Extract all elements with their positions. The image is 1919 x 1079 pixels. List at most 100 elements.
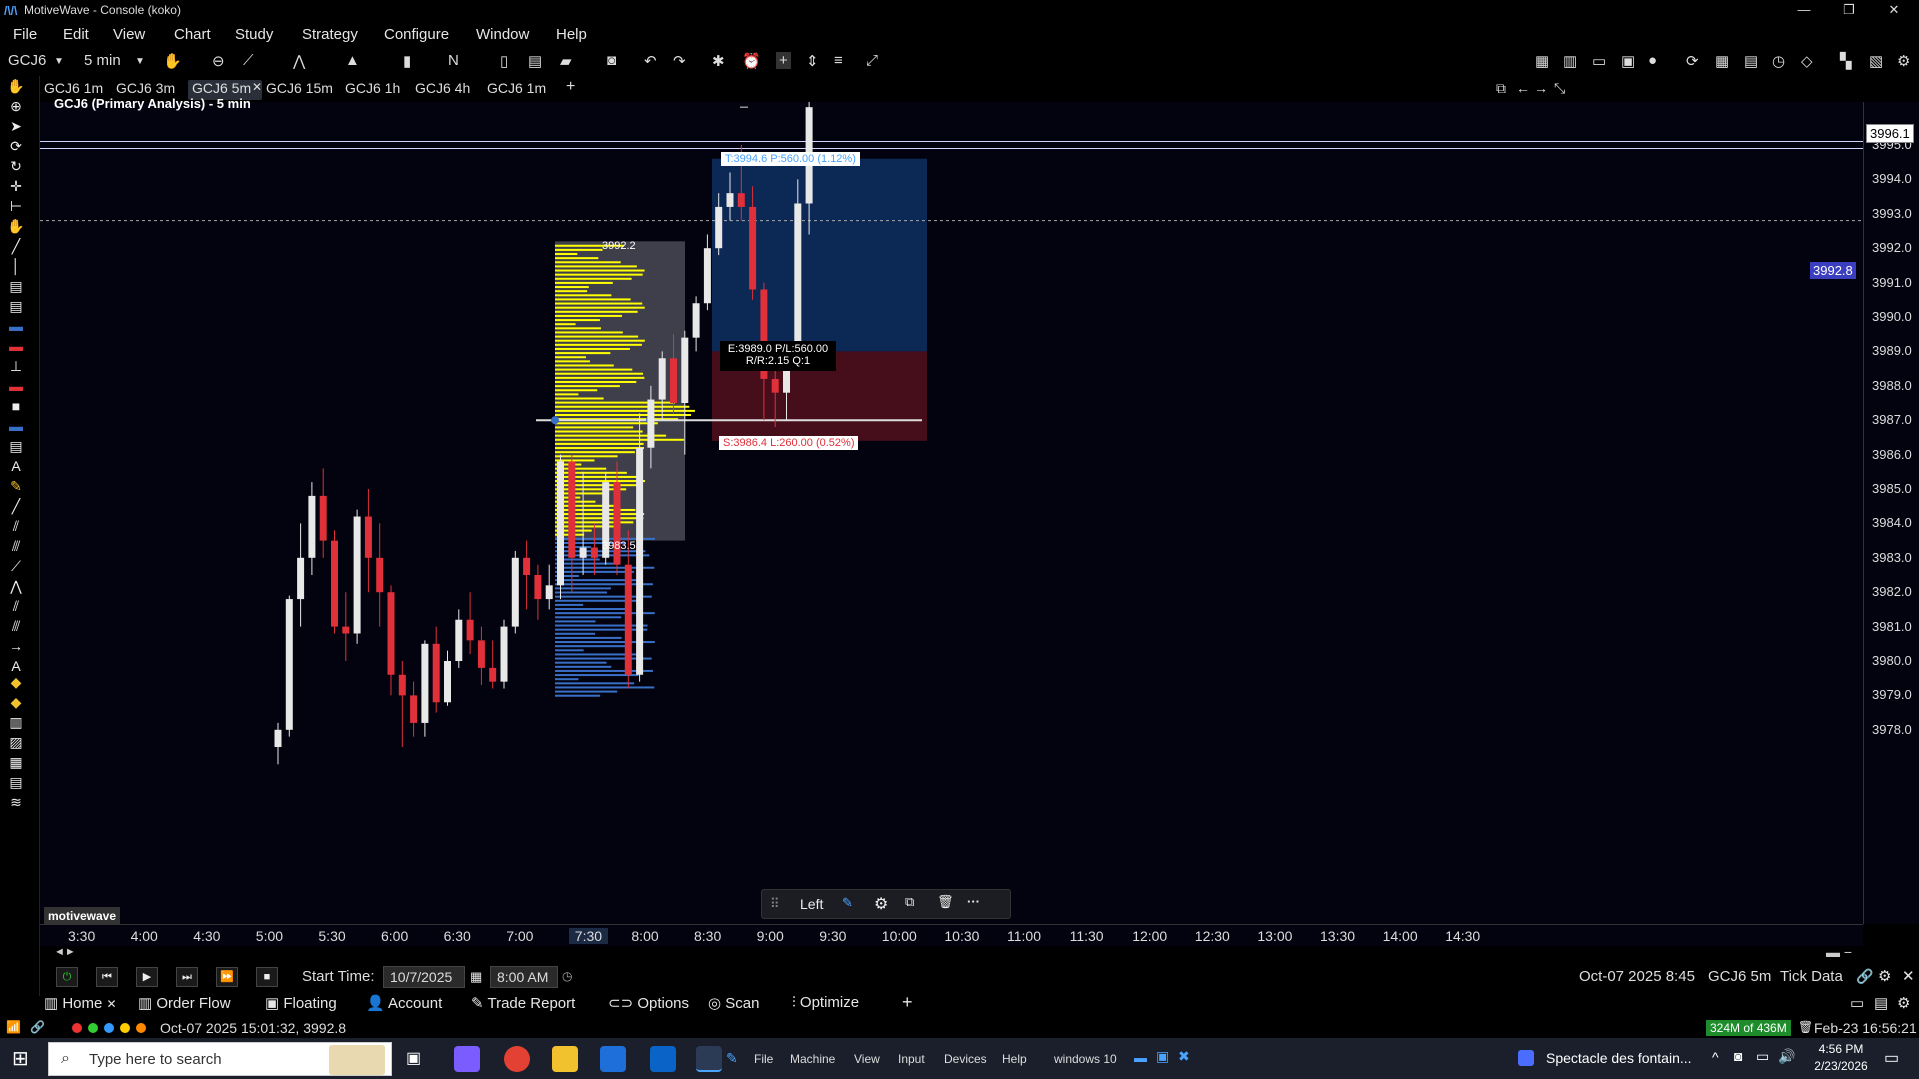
undo-icon[interactable]: ↶ xyxy=(644,52,657,70)
tab-order-flow[interactable]: ▥ Order Flow xyxy=(138,994,231,1012)
monitor-icon[interactable]: ▭ xyxy=(1592,52,1606,70)
expand-icon[interactable]: ⤡ xyxy=(1550,80,1569,100)
vm-menu-devices[interactable]: Devices xyxy=(944,1052,987,1066)
tab-account[interactable]: 👤 Account xyxy=(366,994,442,1012)
detach-icon[interactable]: ⧉ xyxy=(1492,80,1510,100)
stop-icon[interactable]: ■ xyxy=(256,967,278,987)
tool-blue-block-icon[interactable]: ▬ xyxy=(6,318,26,334)
tool-pointer-icon[interactable]: ➤ xyxy=(6,118,26,134)
tray-camera-icon[interactable]: ◙ xyxy=(1734,1048,1742,1064)
tool-docs-icon[interactable]: ▤ xyxy=(6,774,26,790)
link-icon[interactable]: ⤢ xyxy=(866,52,878,69)
tool-measure-icon[interactable]: ⊢ xyxy=(6,198,26,214)
file-explorer-icon[interactable] xyxy=(552,1046,578,1072)
tab-home-close-icon[interactable]: ✕ xyxy=(107,997,117,1011)
gear-icon[interactable]: ⚙ xyxy=(1897,52,1910,70)
tool-refresh-icon[interactable]: ↻ xyxy=(6,158,26,174)
copy-icon[interactable]: ⧉ xyxy=(905,894,914,910)
tab-gcj6-1m-2[interactable]: GCJ6 1m xyxy=(483,80,550,100)
n-icon[interactable]: N xyxy=(448,52,459,69)
area-chart-icon[interactable]: ▲ xyxy=(345,52,360,69)
target-label[interactable]: T:3994.6 P:560.00 (1.12%) xyxy=(721,152,860,166)
eraser-icon[interactable]: ◇ xyxy=(1801,52,1813,70)
tool-diag2-icon[interactable]: ⫽ xyxy=(6,518,26,534)
tool-wifi-icon[interactable]: ≋ xyxy=(6,794,26,810)
clock-icon[interactable]: ◷ xyxy=(1772,52,1785,70)
tab-optimize[interactable]: ⫶ Optimize xyxy=(792,994,859,1011)
windows-start-icon[interactable]: ⊞ xyxy=(12,1046,29,1071)
tool-vline-icon[interactable]: │ xyxy=(6,258,26,274)
menu-configure[interactable]: Configure xyxy=(384,26,449,43)
forward-arrow-icon[interactable]: → xyxy=(1530,80,1552,100)
chart-settings-icon[interactable]: ▧ xyxy=(1869,52,1883,70)
tool-zigzag-icon[interactable]: ⋀ xyxy=(6,578,26,594)
power-icon[interactable]: ⏻ xyxy=(56,967,78,987)
tab-scan[interactable]: ◎ Scan xyxy=(708,994,759,1012)
tool-grid-icon[interactable]: ▦ xyxy=(6,754,26,770)
tool-histogram-icon[interactable]: ▥ xyxy=(6,714,26,730)
tool-red-block-icon[interactable]: ▬ xyxy=(6,338,26,354)
anchor-left-button[interactable]: Left xyxy=(800,896,823,912)
measure-icon[interactable]: ⇕ xyxy=(806,52,819,70)
tool-draw-icon[interactable]: ✋ xyxy=(6,218,26,234)
scroll-arrows-icon[interactable]: ◄► xyxy=(54,946,76,958)
tool-line-icon[interactable]: ╱ xyxy=(6,238,26,254)
replay-close-icon[interactable]: ✕ xyxy=(1902,967,1915,985)
tool-zoom-icon[interactable]: ⊕ xyxy=(6,98,26,114)
vm-menu-machine[interactable]: Machine xyxy=(790,1052,835,1066)
tool-crosshair-icon[interactable]: ✛ xyxy=(6,178,26,194)
bar-chart-icon[interactable]: ▥ xyxy=(1563,52,1577,70)
play-icon[interactable]: ▶ xyxy=(136,967,158,987)
sync-icon[interactable]: ⟳ xyxy=(1686,52,1699,70)
tool-pitchfork-icon[interactable]: ⫻ xyxy=(6,618,26,634)
vm-menu-help[interactable]: Help xyxy=(1002,1052,1027,1066)
tab-gcj6-15m[interactable]: GCJ6 15m xyxy=(262,80,337,100)
tool-fan-icon[interactable]: ⫻ xyxy=(6,538,26,554)
settings-gear-icon[interactable]: ⚙ xyxy=(874,894,888,914)
hand-icon[interactable]: ✋ xyxy=(163,52,182,70)
step-forward-icon[interactable]: ⏭ xyxy=(176,967,198,987)
vm-menu-file[interactable]: File xyxy=(754,1052,773,1066)
tool-pencil-icon[interactable]: ✎ xyxy=(6,478,26,494)
tab-home[interactable]: ▥ Home ✕ xyxy=(44,994,117,1012)
minimize-button[interactable]: — xyxy=(1790,2,1818,20)
tool-sync-icon[interactable]: ⟳ xyxy=(6,138,26,154)
menu-file[interactable]: File xyxy=(13,26,37,43)
tool-white-block-icon[interactable]: ■ xyxy=(6,398,26,414)
panel-layout-icon[interactable]: ▭ xyxy=(1850,994,1864,1012)
save-icon[interactable]: ▤ xyxy=(528,52,542,70)
tool-hand-icon[interactable]: ✋ xyxy=(6,78,26,94)
panel-docs-icon[interactable]: ▤ xyxy=(1874,994,1888,1012)
add-tab-button[interactable]: + xyxy=(562,78,579,98)
chrome-icon[interactable] xyxy=(504,1046,530,1072)
start-time-input[interactable]: 8:00 AM xyxy=(490,966,558,988)
store-icon[interactable] xyxy=(600,1046,626,1072)
marker-icon[interactable]: ▮ xyxy=(403,52,411,70)
vm-close-icon[interactable]: ✖ xyxy=(1178,1048,1190,1065)
layout-icon[interactable]: ▦ xyxy=(1535,52,1549,70)
motivewave-taskbar-icon[interactable] xyxy=(696,1046,722,1072)
tray-volume-icon[interactable]: 🔊 xyxy=(1778,1048,1795,1065)
tool-diag1-icon[interactable]: ╱ xyxy=(6,498,26,514)
vm-menu-input[interactable]: Input xyxy=(898,1052,925,1066)
window-icon[interactable]: ▣ xyxy=(1621,52,1635,70)
menu-window[interactable]: Window xyxy=(476,26,529,43)
trash-icon[interactable]: 🗑 xyxy=(937,894,954,910)
vm-minimize-icon[interactable]: ▬ xyxy=(1134,1050,1147,1065)
menu-help[interactable]: Help xyxy=(556,26,587,43)
menu-study[interactable]: Study xyxy=(235,26,273,43)
vm-menu-view[interactable]: View xyxy=(854,1052,880,1066)
more-icon[interactable]: ··· xyxy=(967,894,980,909)
grid-icon[interactable]: ▚ xyxy=(1840,52,1852,70)
tab-trade-report[interactable]: ✎ Trade Report xyxy=(471,994,575,1012)
tool-trend-icon[interactable]: ⟋ xyxy=(6,558,26,574)
entry-label[interactable]: E:3989.0 P/L:560.00 R/R:2.15 Q:1 xyxy=(720,341,836,371)
menu-edit[interactable]: Edit xyxy=(63,26,89,43)
tab-floating[interactable]: ▣ Floating xyxy=(265,994,337,1012)
tool-arrow-icon[interactable]: → xyxy=(6,638,26,654)
price-axis[interactable]: 3995.0 3994.0 3993.0 3992.0 3991.0 3990.0 3989… xyxy=(1863,102,1919,924)
list-icon[interactable]: ≡ xyxy=(834,52,843,69)
price-chart[interactable]: GCJ6 (Primary Analysis) - 5 min motivewa… xyxy=(40,96,1863,925)
tray-chevron-icon[interactable]: ^ xyxy=(1712,1049,1719,1065)
copilot-icon[interactable] xyxy=(454,1046,480,1072)
